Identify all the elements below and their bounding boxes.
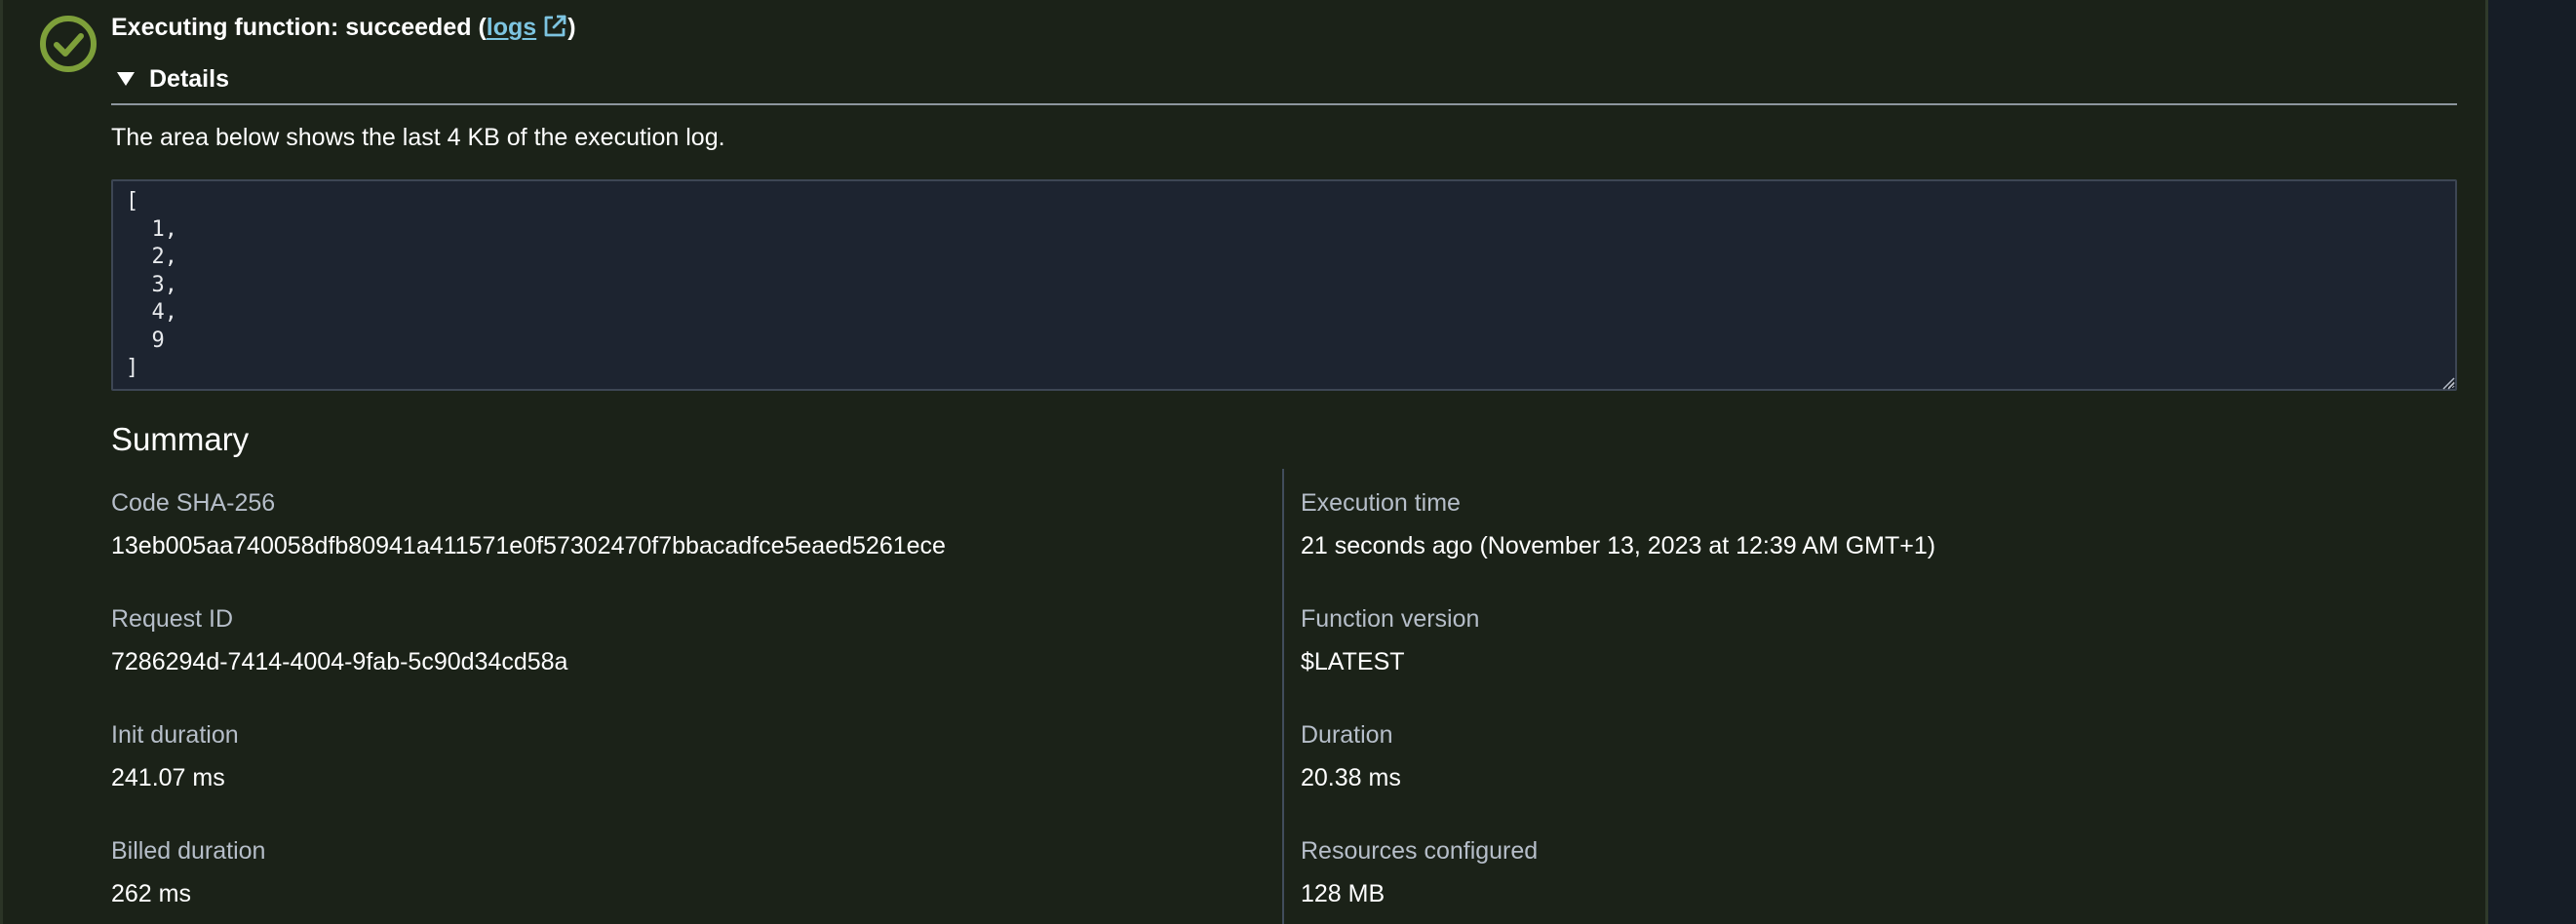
code-sha-label: Code SHA-256	[111, 489, 276, 517]
billed-duration-value: 262 ms	[111, 880, 191, 907]
resources-configured-label: Resources configured	[1301, 837, 1539, 865]
success-check-circle-icon	[40, 16, 97, 72]
logs-link-label: logs	[486, 14, 537, 41]
page-gutter	[2488, 0, 2576, 924]
logs-link[interactable]: logs	[487, 14, 567, 41]
resize-grip-icon[interactable]	[2441, 376, 2455, 390]
execution-time-label: Execution time	[1301, 489, 1461, 517]
request-id-value: 7286294d-7414-4004-9fab-5c90d34cd58a	[111, 648, 568, 675]
details-toggle[interactable]: Details	[116, 62, 229, 96]
code-sha-value: 13eb005aa740058dfb80941a411571e0f5730247…	[111, 532, 946, 559]
details-divider	[111, 103, 2457, 105]
log-note: The area below shows the last 4 KB of th…	[111, 124, 725, 151]
summary-title: Summary	[111, 421, 250, 457]
execution-time-value: 21 seconds ago (November 13, 2023 at 12:…	[1301, 532, 1936, 559]
duration-value: 20.38 ms	[1301, 764, 1401, 791]
details-label: Details	[149, 64, 229, 93]
function-version-label: Function version	[1301, 605, 1480, 633]
request-id-label: Request ID	[111, 605, 234, 633]
execution-status-header: Executing function: succeeded (logs)	[111, 14, 576, 42]
function-version-value: $LATEST	[1301, 648, 1405, 675]
duration-label: Duration	[1301, 721, 1393, 749]
caret-down-icon	[117, 72, 135, 86]
resources-configured-value: 128 MB	[1301, 880, 1386, 907]
status-suffix: )	[567, 14, 576, 41]
external-link-icon	[544, 15, 566, 37]
billed-duration-label: Billed duration	[111, 837, 266, 865]
execution-log-output[interactable]	[111, 179, 2457, 391]
execution-result-alert: Executing function: succeeded (logs) Det…	[0, 0, 2488, 924]
init-duration-value: 241.07 ms	[111, 764, 225, 791]
column-divider	[1282, 469, 1284, 924]
status-text: Executing function: succeeded (	[111, 14, 487, 41]
init-duration-label: Init duration	[111, 721, 239, 749]
